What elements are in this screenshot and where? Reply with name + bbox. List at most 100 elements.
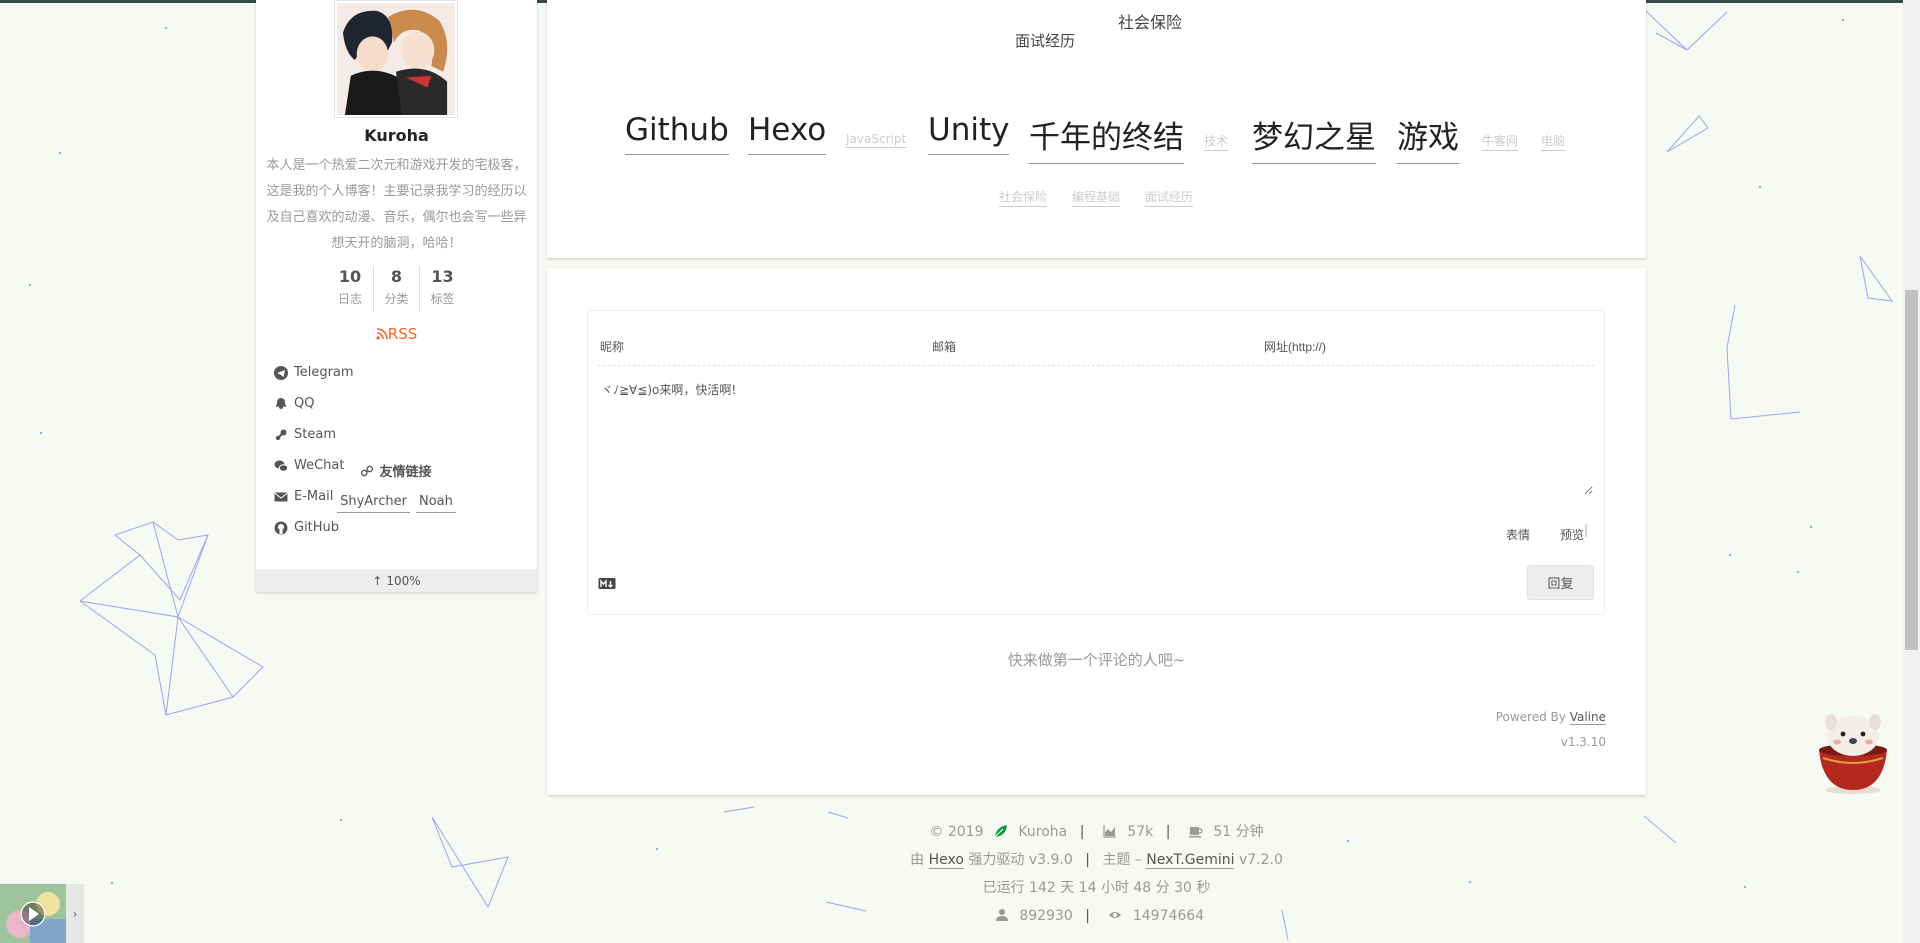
mascot-widget[interactable] xyxy=(1813,708,1893,796)
powered-prefix: 由 xyxy=(910,852,925,868)
theme-link[interactable]: NexT.Gemini xyxy=(1146,852,1235,869)
stat-categories[interactable]: 8 分类 xyxy=(373,266,419,312)
hexo-link[interactable]: Hexo xyxy=(928,852,964,869)
user-icon xyxy=(995,909,1008,921)
social-qq-label: QQ xyxy=(294,396,315,411)
arrow-up-icon: ↑ xyxy=(372,573,383,588)
tag-interview[interactable]: 面试经历 xyxy=(1145,188,1194,207)
tag-github[interactable]: Github xyxy=(625,112,729,155)
tag-social-insurance[interactable]: 社会保险 xyxy=(999,188,1048,207)
stat-posts-count: 10 xyxy=(338,267,362,286)
footer-separator: | xyxy=(1165,824,1171,840)
stat-tags-label: 标签 xyxy=(430,292,455,306)
coffee-icon xyxy=(1188,827,1203,838)
scrollbar-thumb[interactable] xyxy=(1905,290,1918,650)
social-github[interactable]: GitHub xyxy=(274,512,402,543)
rss-link[interactable]: RSS xyxy=(256,325,537,343)
tag-unity[interactable]: Unity xyxy=(928,112,1010,155)
valine-version: v1.3.10 xyxy=(1560,735,1606,749)
tag-javascript[interactable]: JavaScript xyxy=(846,132,907,148)
site-description: 本人是一个热爱二次元和游戏开发的宅极客，这是我的个人博客！主要记录我学习的经历以… xyxy=(266,158,527,251)
tag-nowcoder[interactable]: 牛客网 xyxy=(1482,132,1519,151)
comments-panel: 表情 | 预览 回复 快来做第一个评论的人吧~ Powered By Valin… xyxy=(547,268,1646,795)
player-toggle-button[interactable]: › xyxy=(66,884,84,943)
steam-icon xyxy=(275,429,287,440)
area-chart-icon xyxy=(1103,825,1116,838)
footer-author: Kuroha xyxy=(1018,824,1068,840)
stat-categories-count: 8 xyxy=(390,267,403,286)
nickname-input[interactable] xyxy=(600,337,900,357)
emoji-button[interactable]: 表情 xyxy=(1506,526,1530,543)
tag-games[interactable]: 游戏 xyxy=(1397,112,1459,164)
no-comments-message: 快来做第一个评论的人吧~ xyxy=(1007,651,1186,669)
view-count: 14974664 xyxy=(1132,908,1205,924)
form-divider xyxy=(598,365,1594,366)
read-time: 51 分钟 xyxy=(1213,824,1264,840)
eye-icon xyxy=(1109,912,1122,918)
friend-link-shyarcher[interactable]: ShyArcher xyxy=(337,492,410,513)
friend-link-noah[interactable]: Noah xyxy=(415,492,456,513)
powered-suffix: 强力驱动 v3.9.0 xyxy=(968,852,1073,868)
powered-by-label: Powered By xyxy=(1495,710,1566,724)
control-separator: | xyxy=(1584,523,1589,537)
music-player: › xyxy=(0,884,84,943)
links-title: 友情链接 xyxy=(256,461,537,480)
email-input[interactable] xyxy=(932,337,1232,357)
album-cover[interactable] xyxy=(0,884,66,943)
tag-hexo[interactable]: Hexo xyxy=(748,112,827,155)
site-footer: © 2019 Kuroha | 57k | 51 分钟 由 Hexo 强力驱动 … xyxy=(547,818,1646,930)
reading-progress: 100% xyxy=(386,573,421,588)
footer-line-powered: 由 Hexo 强力驱动 v3.9.0 | 主题 – NexT.Gemini v7… xyxy=(547,846,1646,874)
sidebar: Kuroha 本人是一个热爱二次元和游戏开发的宅极客，这是我的个人博客！主要记录… xyxy=(256,0,537,592)
tag-phantasy-star[interactable]: 梦幻之星 xyxy=(1252,112,1376,164)
website-input[interactable] xyxy=(1264,337,1564,357)
markdown-icon[interactable] xyxy=(598,577,616,591)
rss-icon xyxy=(376,328,388,340)
visitor-count: 892930 xyxy=(1019,908,1073,924)
tag-computer[interactable]: 电脑 xyxy=(1541,132,1566,151)
footer-separator: | xyxy=(1085,908,1090,924)
chevron-right-icon: › xyxy=(72,906,78,921)
social-steam[interactable]: Steam xyxy=(274,419,402,450)
copyright: © 2019 xyxy=(929,824,984,840)
word-count: 57k xyxy=(1127,824,1154,840)
theme-prefix: 主题 – xyxy=(1102,852,1142,868)
link-icon xyxy=(361,465,374,476)
github-icon xyxy=(274,521,288,534)
stat-posts[interactable]: 10 日志 xyxy=(327,266,373,312)
page-scrollbar[interactable] xyxy=(1903,0,1920,943)
social-qq[interactable]: QQ xyxy=(274,388,402,419)
stat-tags[interactable]: 13 标签 xyxy=(419,266,465,312)
comment-form: 表情 | 预览 回复 xyxy=(587,310,1605,615)
tag-millennium[interactable]: 千年的终结 xyxy=(1029,112,1184,164)
comment-textarea[interactable] xyxy=(601,381,1593,495)
avatar[interactable] xyxy=(334,0,458,118)
overlay-tag-social-insurance[interactable]: 社会保险 xyxy=(1118,9,1182,33)
social-telegram[interactable]: Telegram xyxy=(274,357,402,388)
friend-links: ShyArcher Noah xyxy=(256,492,537,513)
tag-tech[interactable]: 技术 xyxy=(1204,132,1229,151)
tag-cloud-panel: 社会保险 面试经历 Github Hexo JavaScript Unity 千… xyxy=(547,0,1646,258)
stat-posts-label: 日志 xyxy=(337,292,362,306)
powered-by: Powered By Valine v1.3.10 xyxy=(1496,705,1606,755)
stat-tags-count: 13 xyxy=(431,267,454,286)
preview-button[interactable]: 预览 xyxy=(1560,526,1584,543)
site-stats: 10 日志 8 分类 13 标签 xyxy=(321,266,471,312)
social-links: Telegram QQ Steam WeChat E-Mail GitHub xyxy=(274,357,524,543)
back-to-top[interactable]: ↑ 100% xyxy=(256,569,537,592)
social-telegram-label: Telegram xyxy=(294,365,354,380)
tag-programming-basics[interactable]: 编程基础 xyxy=(1072,188,1121,207)
footer-separator: | xyxy=(1079,824,1085,840)
footer-line-counters: 892930 | 14974664 xyxy=(547,902,1646,930)
avatar-image xyxy=(337,3,455,115)
reply-button[interactable]: 回复 xyxy=(1527,565,1594,600)
valine-link[interactable]: Valine xyxy=(1569,710,1606,725)
telegram-icon xyxy=(274,365,288,380)
leaf-icon xyxy=(994,825,1007,838)
qq-icon xyxy=(276,397,286,409)
footer-separator: | xyxy=(1085,852,1090,868)
footer-line-copyright: © 2019 Kuroha | 57k | 51 分钟 xyxy=(547,818,1646,846)
overlay-tag-interview[interactable]: 面试经历 xyxy=(1015,30,1075,51)
uptime: 已运行 142 天 14 小时 48 分 30 秒 xyxy=(982,880,1211,896)
author-name: Kuroha xyxy=(364,126,429,145)
